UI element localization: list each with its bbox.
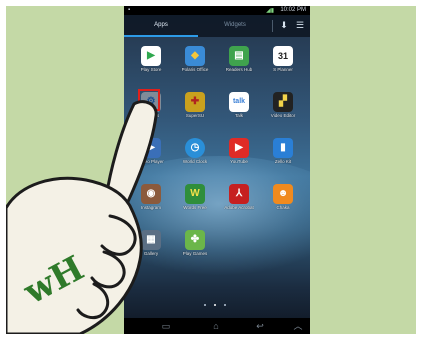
page-dot: [204, 304, 206, 306]
app-label: YouTube: [230, 159, 248, 164]
app-label: Play Store: [140, 67, 162, 72]
illustration-frame: ▪ ◢▮ 10:02 PM Apps Widgets ⬇ ☰ ▶ Play St…: [6, 6, 416, 334]
zello-kit-icon: ▮: [273, 138, 293, 158]
adobe-acrobat-icon: ⅄: [229, 184, 249, 204]
notification-icon: ▪: [128, 7, 131, 13]
app-adobe-acrobat[interactable]: ⅄ Adobe Acrobat: [216, 184, 262, 228]
app-chaka[interactable]: ☻ Chaka: [260, 184, 306, 228]
tab-widgets[interactable]: Widgets: [198, 15, 272, 35]
play-store-icon: ▶: [141, 46, 161, 66]
video-editor-icon: ▞: [273, 92, 293, 112]
app-readers-hub[interactable]: ▤ Readers Hub: [216, 46, 262, 90]
app-label: S Planner: [273, 67, 293, 72]
readers-hub-icon: ▤: [229, 46, 249, 66]
polaris-office-icon: ◆: [185, 46, 205, 66]
page-indicator: [204, 304, 234, 308]
app-label: Video Editor: [270, 113, 296, 118]
app-talk[interactable]: talk Talk: [216, 92, 262, 136]
chevron-up-icon[interactable]: ︿: [290, 319, 306, 333]
app-label: Talk: [234, 113, 243, 118]
page-dot: [224, 304, 226, 306]
status-time: 10:02 PM: [280, 7, 306, 13]
app-play-store[interactable]: ▶ Play Store: [128, 46, 174, 90]
app-label: Chaka: [276, 205, 290, 210]
app-zello-kit[interactable]: ▮ Zello Kit: [260, 138, 306, 182]
app-label: Zello Kit: [274, 159, 292, 164]
talk-icon: talk: [229, 92, 249, 112]
chaka-icon: ☻: [273, 184, 293, 204]
app-video-editor[interactable]: ▞ Video Editor: [260, 92, 306, 136]
app-label: Polaris Office: [181, 67, 209, 72]
app-label: Readers Hub: [225, 67, 253, 72]
app-drawer-tabs: Apps Widgets ⬇ ☰: [124, 15, 310, 37]
app-s-planner[interactable]: 31 S Planner: [260, 46, 306, 90]
app-youtube[interactable]: ▶ YouTube: [216, 138, 262, 182]
youtube-icon: ▶: [229, 138, 249, 158]
back-icon[interactable]: ↩: [252, 319, 268, 333]
menu-icon[interactable]: ☰: [294, 19, 306, 31]
status-bar: ▪ ◢▮ 10:02 PM: [124, 6, 310, 15]
page-dot-active: [214, 304, 216, 306]
download-icon[interactable]: ⬇: [278, 19, 290, 31]
tab-divider: [272, 20, 273, 32]
home-icon[interactable]: ⌂: [208, 319, 224, 333]
s-planner-icon: 31: [273, 46, 293, 66]
app-label: Adobe Acrobat: [224, 205, 254, 210]
tab-apps[interactable]: Apps: [124, 15, 198, 37]
app-polaris-office[interactable]: ◆ Polaris Office: [172, 46, 218, 90]
pointing-hand-illustration: wH: [6, 100, 158, 334]
